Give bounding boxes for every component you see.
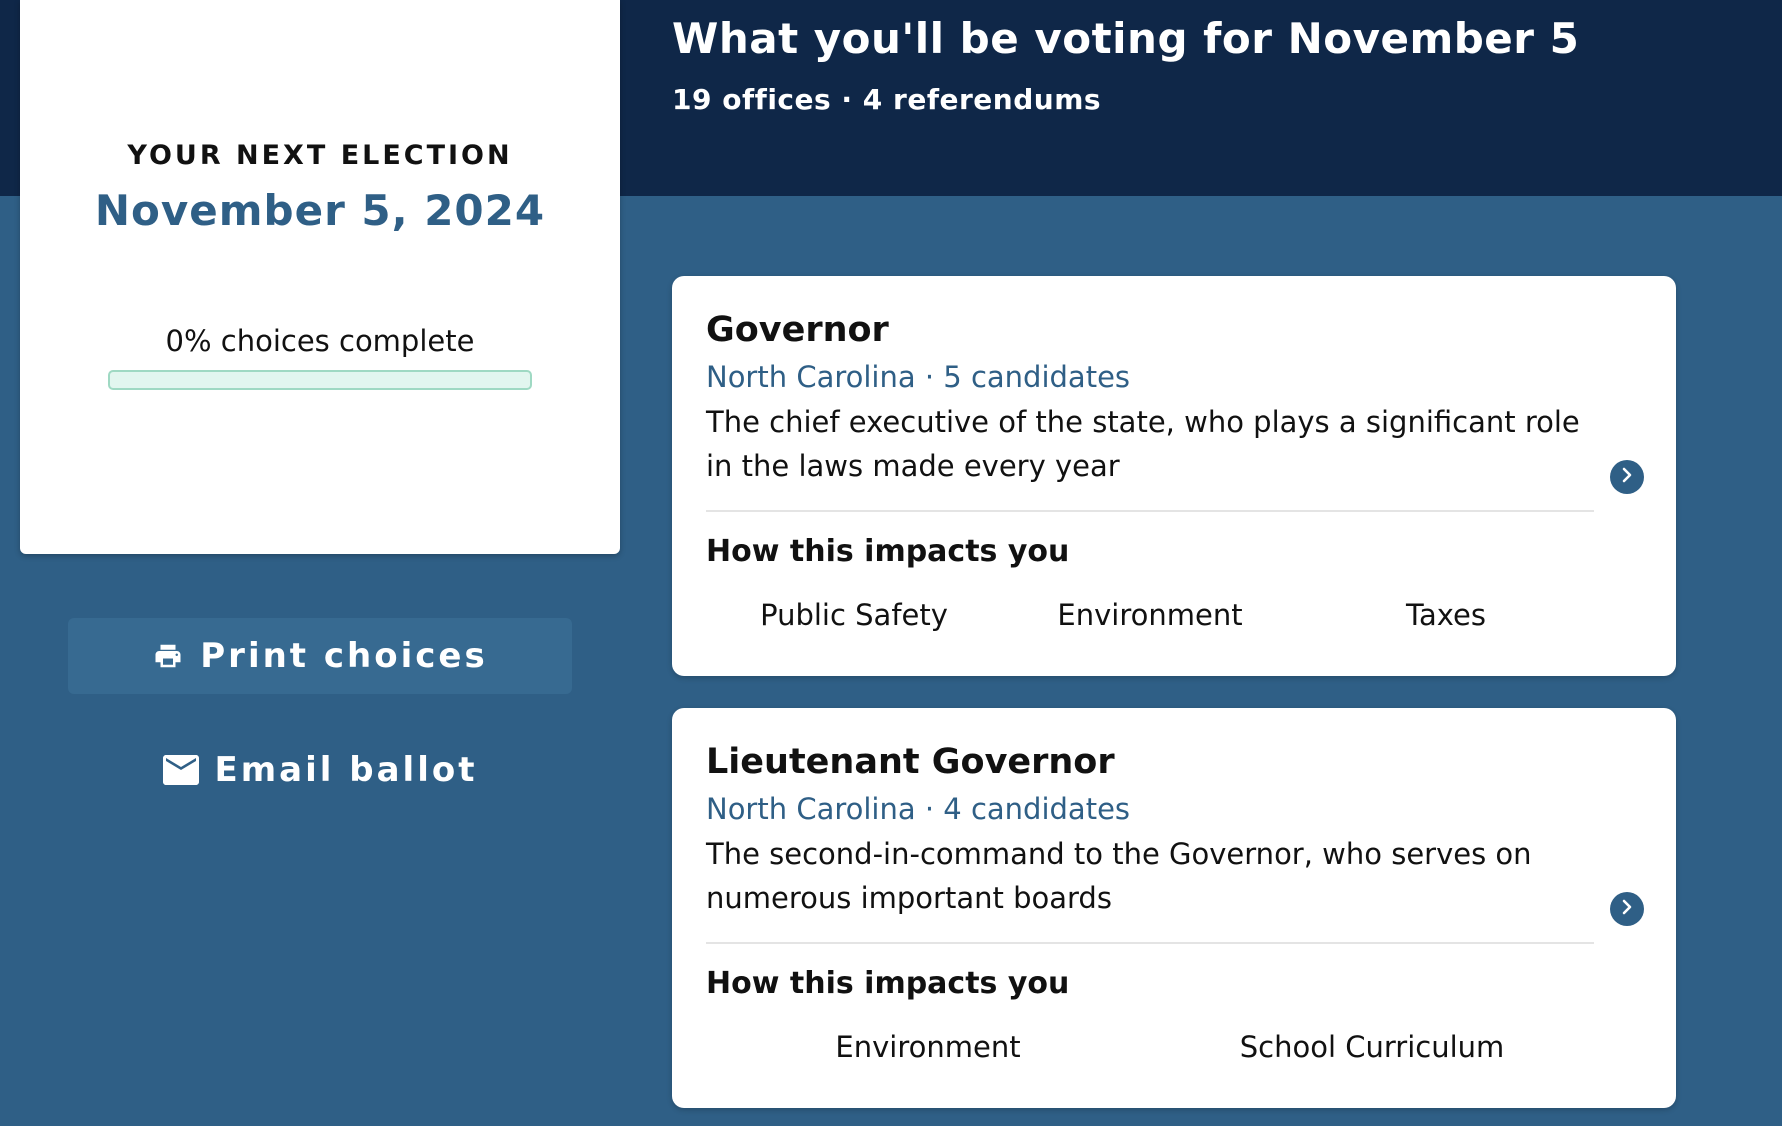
page-header: What you'll be voting for November 5 19 … xyxy=(672,14,1579,116)
print-choices-label: Print choices xyxy=(200,636,488,676)
office-description: The chief executive of the state, who pl… xyxy=(706,405,1580,483)
divider xyxy=(706,510,1594,512)
page-subtitle: 19 offices · 4 referendums xyxy=(672,83,1102,116)
next-election-label: YOUR NEXT ELECTION xyxy=(127,140,513,171)
impact-tags: Environment School Curriculum xyxy=(706,1030,1594,1064)
office-description: The second-in-command to the Governor, w… xyxy=(706,837,1532,915)
impact-tag: School Curriculum xyxy=(1239,1030,1505,1064)
envelope-icon xyxy=(162,755,199,785)
election-date: November 5, 2024 xyxy=(94,186,546,235)
print-choices-button[interactable]: Print choices xyxy=(68,618,572,694)
office-meta: North Carolina · 5 candidates xyxy=(706,360,1131,394)
page-title: What you'll be voting for November 5 xyxy=(672,14,1580,63)
printer-icon xyxy=(152,641,184,671)
office-title: Governor xyxy=(706,310,889,350)
office-card-governor[interactable]: Governor North Carolina · 5 candidates T… xyxy=(672,276,1676,676)
impact-tag: Environment xyxy=(1057,598,1243,632)
office-title: Lieutenant Governor xyxy=(706,742,1115,782)
office-meta: North Carolina · 4 candidates xyxy=(706,792,1131,826)
impact-tag: Public Safety xyxy=(760,598,948,632)
impact-heading: How this impacts you xyxy=(706,534,1070,569)
chevron-right-icon xyxy=(1620,899,1634,919)
email-ballot-label: Email ballot xyxy=(214,750,478,790)
progress-label: 0% choices complete xyxy=(165,324,475,358)
email-ballot-button[interactable]: Email ballot xyxy=(68,732,572,808)
open-office-button[interactable] xyxy=(1610,892,1644,926)
divider xyxy=(706,942,1594,944)
impact-tag: Environment xyxy=(835,1030,1021,1064)
impact-tags: Public Safety Environment Taxes xyxy=(706,598,1594,632)
impact-tag: Taxes xyxy=(1406,598,1486,632)
impact-heading: How this impacts you xyxy=(706,966,1070,1001)
open-office-button[interactable] xyxy=(1610,460,1644,494)
next-election-card: YOUR NEXT ELECTION November 5, 2024 0% c… xyxy=(20,0,620,554)
chevron-right-icon xyxy=(1620,467,1634,487)
office-card-lieutenant-governor[interactable]: Lieutenant Governor North Carolina · 4 c… xyxy=(672,708,1676,1108)
progress-bar xyxy=(108,370,532,390)
